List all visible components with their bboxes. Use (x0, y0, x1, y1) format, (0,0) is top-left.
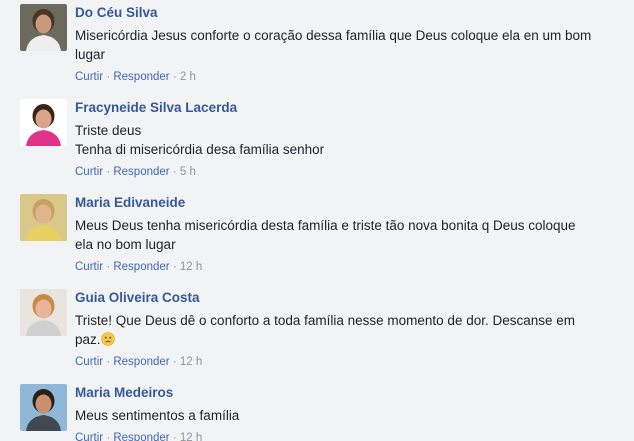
comment-actions: Curtir · Responder · 2 h (75, 70, 620, 85)
separator-dot: · (172, 356, 180, 368)
avatar[interactable] (20, 4, 67, 51)
comment-text-line: Meus sentimentos a família (75, 408, 240, 423)
comment-timestamp[interactable]: 12 h (180, 261, 202, 273)
like-button[interactable]: Curtir (75, 71, 103, 83)
comment-content: Fracyneide Silva Lacerda Triste deus Ten… (75, 99, 620, 180)
comment-content: Guia Oliveira Costa Triste! Que Deus dê … (75, 289, 620, 370)
comment-actions: Curtir · Responder · 5 h (75, 165, 620, 180)
comment-actions: Curtir · Responder · 12 h (75, 431, 620, 441)
reply-button[interactable]: Responder (113, 71, 169, 83)
comment-text: Misericórdia Jesus conforte o coração de… (75, 26, 620, 64)
reply-button[interactable]: Responder (113, 356, 169, 368)
like-button[interactable]: Curtir (75, 166, 103, 178)
comment-actions: Curtir · Responder · 12 h (75, 355, 620, 370)
comment-text-line: lugar (75, 47, 106, 62)
comment-author-link[interactable]: Fracyneide Silva Lacerda (75, 99, 620, 116)
comment-text: Meus Deus tenha misericórdia desta famíl… (75, 216, 620, 254)
comment-text-line: Meus Deus tenha misericórdia desta famíl… (75, 218, 576, 233)
comment-timestamp[interactable]: 12 h (180, 356, 202, 368)
avatar-photo (20, 4, 67, 51)
like-button[interactable]: Curtir (75, 261, 103, 273)
avatar[interactable] (20, 194, 67, 241)
reply-button[interactable]: Responder (113, 166, 169, 178)
comment-timestamp[interactable]: 2 h (180, 71, 196, 83)
comment-actions: Curtir · Responder · 12 h (75, 260, 620, 275)
comment-text-line: Triste deus (75, 123, 142, 138)
comment-text-line: Misericórdia Jesus conforte o coração de… (75, 28, 592, 43)
comment-text-line: Tenha di misericórdia desa família senho… (75, 142, 325, 157)
avatar-photo (20, 99, 67, 146)
comment-text: Triste! Que Deus dê o conforto a toda fa… (75, 311, 620, 349)
reply-button[interactable]: Responder (113, 432, 169, 441)
avatar[interactable] (20, 384, 67, 431)
avatar-photo (20, 384, 67, 431)
avatar[interactable] (20, 99, 67, 146)
comment-content: Maria Medeiros Meus sentimentos a famíli… (75, 384, 620, 441)
avatar-photo (20, 289, 67, 336)
comment-author-link[interactable]: Maria Medeiros (75, 384, 620, 401)
comment-text-fragment: paz. (75, 332, 101, 347)
like-button[interactable]: Curtir (75, 432, 103, 441)
separator-dot: · (172, 71, 180, 83)
comment-timestamp[interactable]: 5 h (180, 166, 196, 178)
comment-text: Meus sentimentos a família (75, 406, 620, 425)
comment-text-line-with-emoji: paz. (75, 330, 620, 349)
avatar-photo (20, 194, 67, 241)
comment-content: Do Céu Silva Misericórdia Jesus conforte… (75, 4, 620, 85)
separator-dot: · (172, 166, 180, 178)
comment-feed: Do Céu Silva Misericórdia Jesus conforte… (0, 0, 634, 441)
sad-face-icon (100, 332, 115, 346)
comment-text-line: ela no bom lugar (75, 237, 176, 252)
comment-author-link[interactable]: Guia Oliveira Costa (75, 289, 620, 306)
separator-dot: · (172, 261, 180, 273)
comment-author-link[interactable]: Do Céu Silva (75, 4, 620, 21)
like-button[interactable]: Curtir (75, 356, 103, 368)
comment-timestamp[interactable]: 12 h (180, 432, 202, 441)
comment-content: Maria Edivaneide Meus Deus tenha miseric… (75, 194, 620, 275)
avatar[interactable] (20, 289, 67, 336)
comment-author-link[interactable]: Maria Edivaneide (75, 194, 620, 211)
comment-text: Triste deus Tenha di misericórdia desa f… (75, 121, 620, 159)
separator-dot: · (172, 432, 180, 441)
reply-button[interactable]: Responder (113, 261, 169, 273)
comment-text-line: Triste! Que Deus dê o conforto a toda fa… (75, 313, 576, 328)
